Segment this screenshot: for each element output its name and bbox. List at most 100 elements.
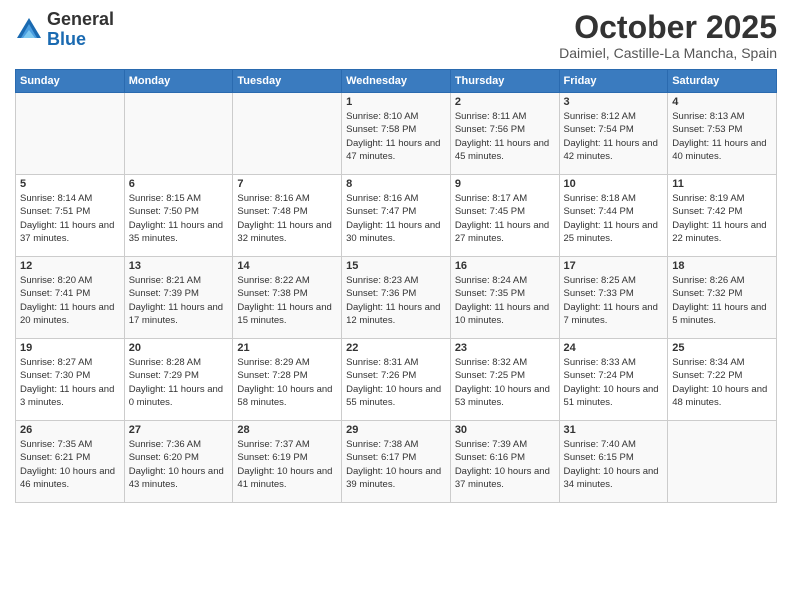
- week-row-4: 19Sunrise: 8:27 AM Sunset: 7:30 PM Dayli…: [16, 339, 777, 421]
- day-info: Sunrise: 8:13 AM Sunset: 7:53 PM Dayligh…: [672, 110, 772, 163]
- day-info: Sunrise: 8:29 AM Sunset: 7:28 PM Dayligh…: [237, 356, 337, 409]
- logo-text: General Blue: [47, 10, 114, 50]
- day-info: Sunrise: 8:31 AM Sunset: 7:26 PM Dayligh…: [346, 356, 446, 409]
- day-cell: 25Sunrise: 8:34 AM Sunset: 7:22 PM Dayli…: [668, 339, 777, 421]
- col-header-friday: Friday: [559, 70, 668, 93]
- logo-general: General: [47, 10, 114, 30]
- col-header-wednesday: Wednesday: [342, 70, 451, 93]
- day-number: 3: [564, 96, 664, 108]
- day-number: 27: [129, 424, 229, 436]
- day-info: Sunrise: 8:25 AM Sunset: 7:33 PM Dayligh…: [564, 274, 664, 327]
- day-number: 21: [237, 342, 337, 354]
- day-info: Sunrise: 8:24 AM Sunset: 7:35 PM Dayligh…: [455, 274, 555, 327]
- day-info: Sunrise: 8:14 AM Sunset: 7:51 PM Dayligh…: [20, 192, 120, 245]
- day-info: Sunrise: 8:20 AM Sunset: 7:41 PM Dayligh…: [20, 274, 120, 327]
- day-cell: 19Sunrise: 8:27 AM Sunset: 7:30 PM Dayli…: [16, 339, 125, 421]
- day-cell: 13 Sunrise: 8:21 AM Sunset: 7:39 PM Dayli…: [124, 257, 233, 339]
- day-info: Sunrise: 8:11 AM Sunset: 7:56 PM Dayligh…: [455, 110, 555, 163]
- day-number: 6: [129, 178, 229, 190]
- day-cell: [16, 93, 125, 175]
- logo-blue: Blue: [47, 30, 114, 50]
- day-number: 7: [237, 178, 337, 190]
- day-cell: 10Sunrise: 8:18 AM Sunset: 7:44 PM Dayli…: [559, 175, 668, 257]
- day-number: 25: [672, 342, 772, 354]
- day-number: 31: [564, 424, 664, 436]
- page-container: General Blue October 2025 Daimiel, Casti…: [0, 0, 792, 508]
- day-cell: [668, 421, 777, 503]
- day-cell: [124, 93, 233, 175]
- day-info: Sunrise: 7:40 AM Sunset: 6:15 PM Dayligh…: [564, 438, 664, 491]
- month-title: October 2025: [559, 10, 777, 45]
- day-cell: 4Sunrise: 8:13 AM Sunset: 7:53 PM Daylig…: [668, 93, 777, 175]
- day-info: Sunrise: 7:37 AM Sunset: 6:19 PM Dayligh…: [237, 438, 337, 491]
- day-number: 1: [346, 96, 446, 108]
- day-number: 16: [455, 260, 555, 272]
- day-cell: 12 Sunrise: 8:20 AM Sunset: 7:41 PM Dayli…: [16, 257, 125, 339]
- day-cell: 21 Sunrise: 8:29 AM Sunset: 7:28 PM Dayli…: [233, 339, 342, 421]
- col-header-sunday: Sunday: [16, 70, 125, 93]
- day-cell: 31 Sunrise: 7:40 AM Sunset: 6:15 PM Dayli…: [559, 421, 668, 503]
- logo: General Blue: [15, 10, 114, 50]
- day-number: 30: [455, 424, 555, 436]
- col-header-thursday: Thursday: [450, 70, 559, 93]
- day-number: 15: [346, 260, 446, 272]
- day-info: Sunrise: 7:38 AM Sunset: 6:17 PM Dayligh…: [346, 438, 446, 491]
- day-number: 22: [346, 342, 446, 354]
- day-cell: 7 Sunrise: 8:16 AM Sunset: 7:48 PM Daylig…: [233, 175, 342, 257]
- day-cell: 20Sunrise: 8:28 AM Sunset: 7:29 PM Dayli…: [124, 339, 233, 421]
- day-number: 23: [455, 342, 555, 354]
- day-cell: 6 Sunrise: 8:15 AM Sunset: 7:50 PM Daylig…: [124, 175, 233, 257]
- day-number: 12: [20, 260, 120, 272]
- day-cell: [233, 93, 342, 175]
- day-info: Sunrise: 8:21 AM Sunset: 7:39 PM Dayligh…: [129, 274, 229, 327]
- day-number: 10: [564, 178, 664, 190]
- col-header-monday: Monday: [124, 70, 233, 93]
- day-number: 19: [20, 342, 120, 354]
- day-cell: 28 Sunrise: 7:37 AM Sunset: 6:19 PM Dayli…: [233, 421, 342, 503]
- location: Daimiel, Castille-La Mancha, Spain: [559, 45, 777, 61]
- day-info: Sunrise: 8:10 AM Sunset: 7:58 PM Dayligh…: [346, 110, 446, 163]
- day-info: Sunrise: 8:22 AM Sunset: 7:38 PM Dayligh…: [237, 274, 337, 327]
- day-cell: 30 Sunrise: 7:39 AM Sunset: 6:16 PM Dayli…: [450, 421, 559, 503]
- day-cell: 14 Sunrise: 8:22 AM Sunset: 7:38 PM Dayli…: [233, 257, 342, 339]
- day-cell: 16 Sunrise: 8:24 AM Sunset: 7:35 PM Dayli…: [450, 257, 559, 339]
- day-info: Sunrise: 8:26 AM Sunset: 7:32 PM Dayligh…: [672, 274, 772, 327]
- day-info: Sunrise: 8:19 AM Sunset: 7:42 PM Dayligh…: [672, 192, 772, 245]
- day-number: 28: [237, 424, 337, 436]
- day-number: 26: [20, 424, 120, 436]
- header-row: SundayMondayTuesdayWednesdayThursdayFrid…: [16, 70, 777, 93]
- day-info: Sunrise: 7:39 AM Sunset: 6:16 PM Dayligh…: [455, 438, 555, 491]
- day-info: Sunrise: 8:33 AM Sunset: 7:24 PM Dayligh…: [564, 356, 664, 409]
- day-info: Sunrise: 8:15 AM Sunset: 7:50 PM Dayligh…: [129, 192, 229, 245]
- day-number: 18: [672, 260, 772, 272]
- day-info: Sunrise: 7:36 AM Sunset: 6:20 PM Dayligh…: [129, 438, 229, 491]
- day-cell: 24 Sunrise: 8:33 AM Sunset: 7:24 PM Dayli…: [559, 339, 668, 421]
- week-row-2: 5Sunrise: 8:14 AM Sunset: 7:51 PM Daylig…: [16, 175, 777, 257]
- day-info: Sunrise: 8:32 AM Sunset: 7:25 PM Dayligh…: [455, 356, 555, 409]
- day-number: 11: [672, 178, 772, 190]
- day-cell: 23 Sunrise: 8:32 AM Sunset: 7:25 PM Dayli…: [450, 339, 559, 421]
- day-cell: 26 Sunrise: 7:35 AM Sunset: 6:21 PM Dayli…: [16, 421, 125, 503]
- day-cell: 2 Sunrise: 8:11 AM Sunset: 7:56 PM Daylig…: [450, 93, 559, 175]
- day-number: 24: [564, 342, 664, 354]
- day-cell: 29Sunrise: 7:38 AM Sunset: 6:17 PM Dayli…: [342, 421, 451, 503]
- day-number: 13: [129, 260, 229, 272]
- day-number: 2: [455, 96, 555, 108]
- day-info: Sunrise: 8:23 AM Sunset: 7:36 PM Dayligh…: [346, 274, 446, 327]
- day-cell: 27 Sunrise: 7:36 AM Sunset: 6:20 PM Dayli…: [124, 421, 233, 503]
- day-cell: 17Sunrise: 8:25 AM Sunset: 7:33 PM Dayli…: [559, 257, 668, 339]
- day-cell: 15 Sunrise: 8:23 AM Sunset: 7:36 PM Dayli…: [342, 257, 451, 339]
- calendar-table: SundayMondayTuesdayWednesdayThursdayFrid…: [15, 69, 777, 503]
- day-info: Sunrise: 8:16 AM Sunset: 7:48 PM Dayligh…: [237, 192, 337, 245]
- day-cell: 18 Sunrise: 8:26 AM Sunset: 7:32 PM Dayli…: [668, 257, 777, 339]
- day-info: Sunrise: 8:12 AM Sunset: 7:54 PM Dayligh…: [564, 110, 664, 163]
- day-info: Sunrise: 8:16 AM Sunset: 7:47 PM Dayligh…: [346, 192, 446, 245]
- day-info: Sunrise: 8:28 AM Sunset: 7:29 PM Dayligh…: [129, 356, 229, 409]
- day-cell: 8Sunrise: 8:16 AM Sunset: 7:47 PM Daylig…: [342, 175, 451, 257]
- title-area: October 2025 Daimiel, Castille-La Mancha…: [559, 10, 777, 61]
- page-header: General Blue October 2025 Daimiel, Casti…: [15, 10, 777, 61]
- day-cell: 22 Sunrise: 8:31 AM Sunset: 7:26 PM Dayli…: [342, 339, 451, 421]
- day-info: Sunrise: 7:35 AM Sunset: 6:21 PM Dayligh…: [20, 438, 120, 491]
- day-number: 14: [237, 260, 337, 272]
- week-row-5: 26 Sunrise: 7:35 AM Sunset: 6:21 PM Dayli…: [16, 421, 777, 503]
